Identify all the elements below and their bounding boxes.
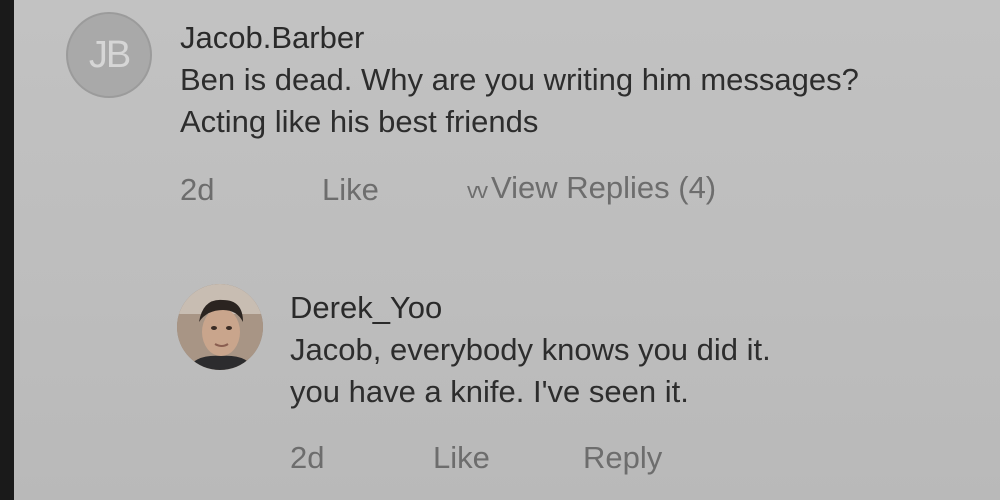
avatar-initials: JB — [88, 33, 131, 76]
comment-timestamp: 2d — [180, 172, 215, 207]
user-photo-icon — [177, 284, 263, 370]
comment-text-line-2: Acting like his best friends — [180, 104, 539, 139]
chevron-down-icon: vv — [467, 178, 488, 203]
comments-screen: JB Jacob.Barber Ben is dead. Why are you… — [14, 0, 1000, 500]
comment-text-line-2: you have a knife. I've seen it. — [290, 374, 689, 409]
comment-username[interactable]: Jacob.Barber — [180, 20, 364, 56]
like-button[interactable]: Like — [433, 440, 490, 476]
comment-timestamp: 2d — [290, 440, 325, 475]
comment-username[interactable]: Derek_Yoo — [290, 290, 442, 326]
reply-button[interactable]: Reply — [583, 440, 662, 476]
view-replies-label: View Replies (4) — [491, 170, 717, 205]
like-button[interactable]: Like — [322, 172, 379, 208]
avatar[interactable]: JB — [66, 12, 152, 98]
comment-text-line-1: Jacob, everybody knows you did it. — [290, 332, 771, 367]
view-replies-button[interactable]: vv View Replies (4) — [467, 170, 716, 206]
comment-text-line-1: Ben is dead. Why are you writing him mes… — [180, 62, 859, 97]
avatar[interactable] — [177, 284, 263, 370]
